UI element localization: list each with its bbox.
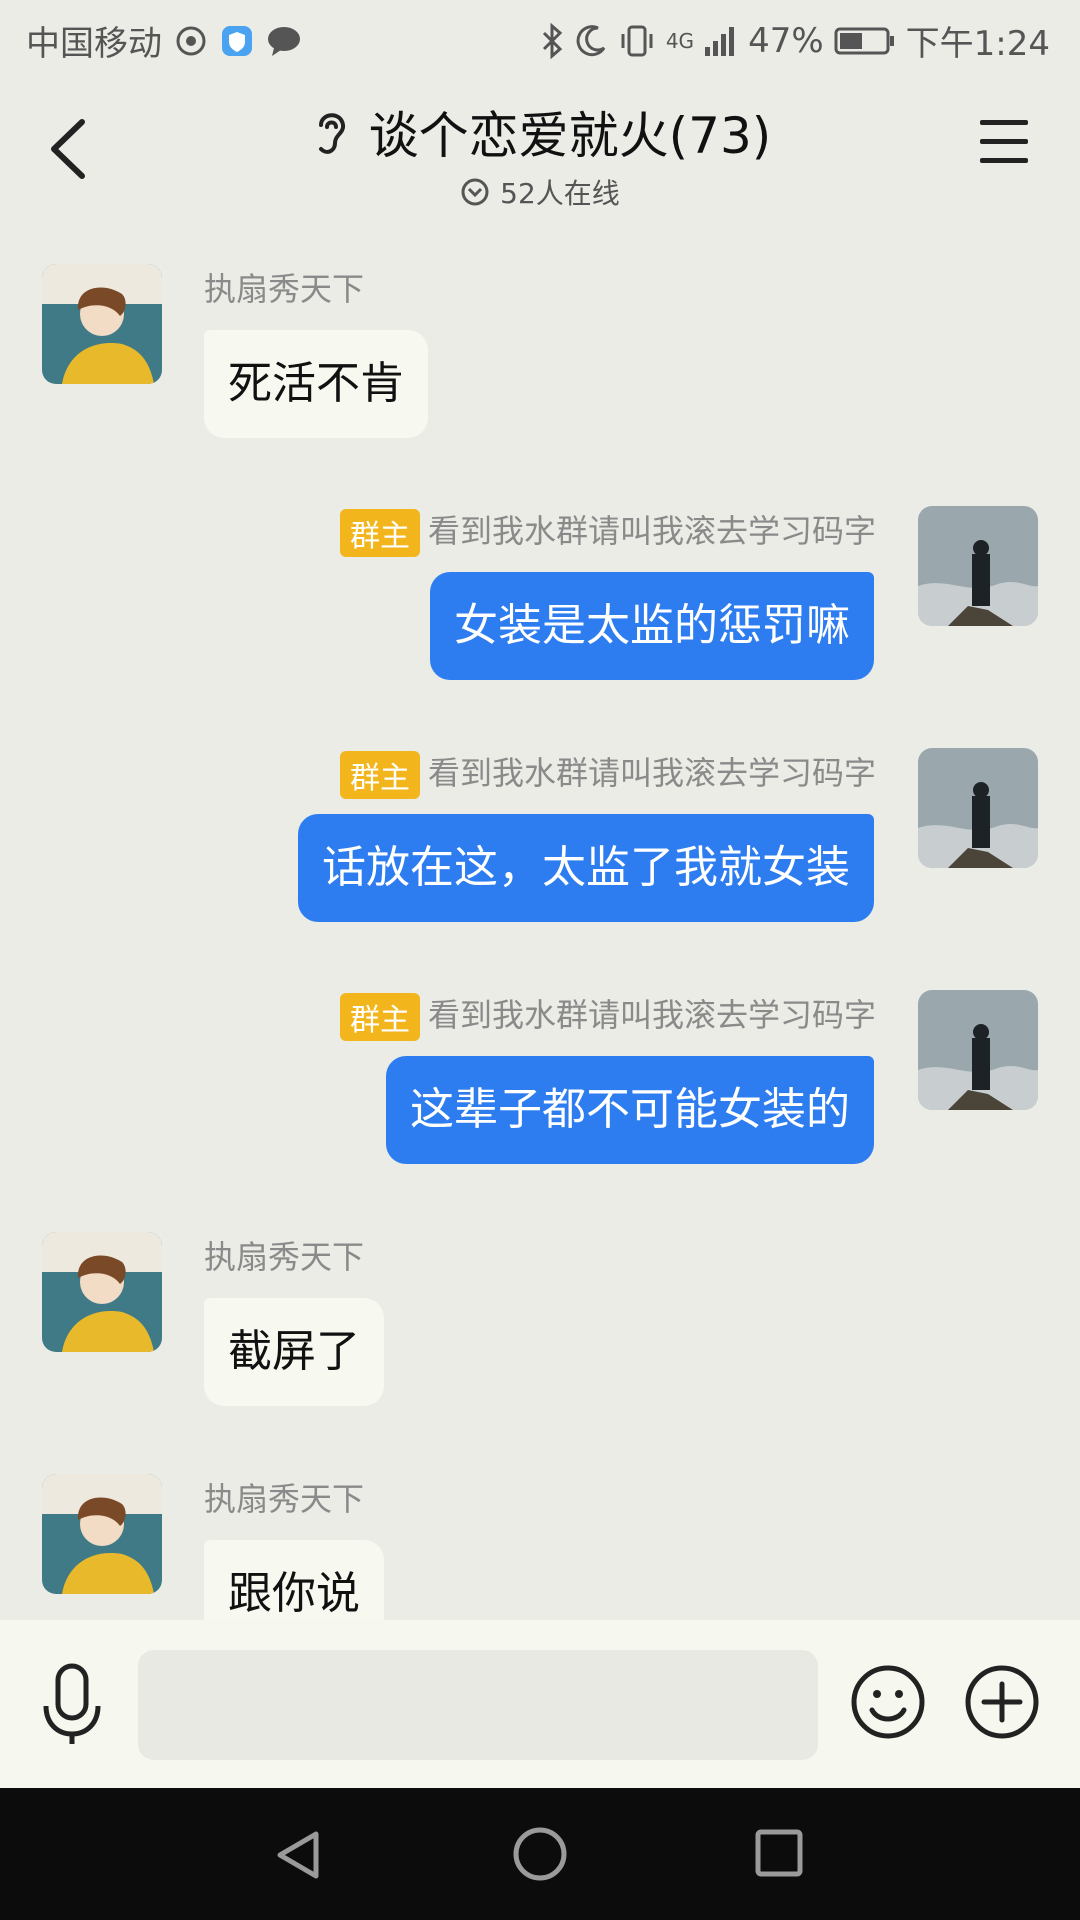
owner-badge: 群主: [339, 993, 420, 1041]
nav-recent-apps-icon[interactable]: [754, 1828, 804, 1878]
message-bubble[interactable]: 截屏了: [204, 1298, 384, 1406]
battery-percent: 47%: [748, 20, 824, 61]
message-bubble[interactable]: 死活不肯: [204, 330, 428, 438]
emoji-icon[interactable]: [850, 1664, 926, 1740]
avatar[interactable]: [42, 1232, 162, 1352]
sender-name: 执扇秀天下: [204, 270, 365, 308]
avatar[interactable]: [918, 748, 1038, 868]
microphone-icon[interactable]: [40, 1662, 104, 1746]
menu-icon[interactable]: [980, 120, 1028, 164]
avatar[interactable]: [918, 506, 1038, 626]
sender-name: 执扇秀天下: [204, 1238, 365, 1276]
shield-icon: [222, 25, 252, 56]
chat-header: 谈个恋爱就火(73) 52人在线: [0, 74, 1080, 214]
sender-name: 执扇秀天下: [204, 1480, 365, 1518]
group-title: 谈个恋爱就火(73): [368, 107, 772, 165]
sender-name: 看到我水群请叫我滚去学习码字: [427, 512, 876, 550]
sender-name-row: 群主 看到我水群请叫我滚去学习码字: [339, 506, 876, 557]
moon-icon: [576, 24, 606, 56]
message-icon: [268, 26, 300, 56]
nav-back-icon[interactable]: [272, 1828, 326, 1882]
battery-icon: [834, 27, 894, 54]
status-bar: 中国移动 4G 47% 下午1:24: [0, 0, 1080, 74]
clock: 下午1:24: [905, 24, 1050, 64]
avatar[interactable]: [42, 1474, 162, 1594]
message-input[interactable]: [138, 1650, 818, 1760]
sender-name-row: 群主 看到我水群请叫我滚去学习码字: [339, 748, 876, 799]
online-count: 52人在线: [500, 177, 620, 210]
sender-name-row: 群主 看到我水群请叫我滚去学习码字: [339, 990, 876, 1041]
chevron-down-icon: [461, 178, 489, 206]
title-area: 谈个恋爱就火(73) 52人在线: [0, 96, 1080, 212]
avatar[interactable]: [42, 264, 162, 384]
input-bar: [0, 1620, 1080, 1788]
network-label: 4G: [665, 28, 695, 53]
nav-home-icon[interactable]: [512, 1826, 568, 1882]
owner-badge: 群主: [339, 751, 420, 799]
plus-icon[interactable]: [964, 1664, 1040, 1740]
carrier-label: 中国移动: [26, 24, 162, 64]
weibo-icon: [176, 26, 206, 55]
sender-name: 看到我水群请叫我滚去学习码字: [427, 754, 876, 792]
sender-name: 看到我水群请叫我滚去学习码字: [427, 996, 876, 1034]
owner-badge: 群主: [339, 509, 420, 557]
message-bubble[interactable]: 这辈子都不可能女装的: [386, 1056, 874, 1164]
signal-icon: [705, 26, 735, 56]
message-bubble[interactable]: 女装是太监的惩罚嘛: [430, 572, 874, 680]
avatar[interactable]: [918, 990, 1038, 1110]
bluetooth-icon: [542, 22, 563, 59]
online-status[interactable]: 52人在线: [0, 172, 1080, 212]
system-nav-bar: [0, 1788, 1080, 1920]
message-bubble[interactable]: 话放在这，太监了我就女装: [298, 814, 874, 922]
ear-icon[interactable]: [309, 105, 353, 159]
vibrate-icon: [621, 25, 653, 56]
